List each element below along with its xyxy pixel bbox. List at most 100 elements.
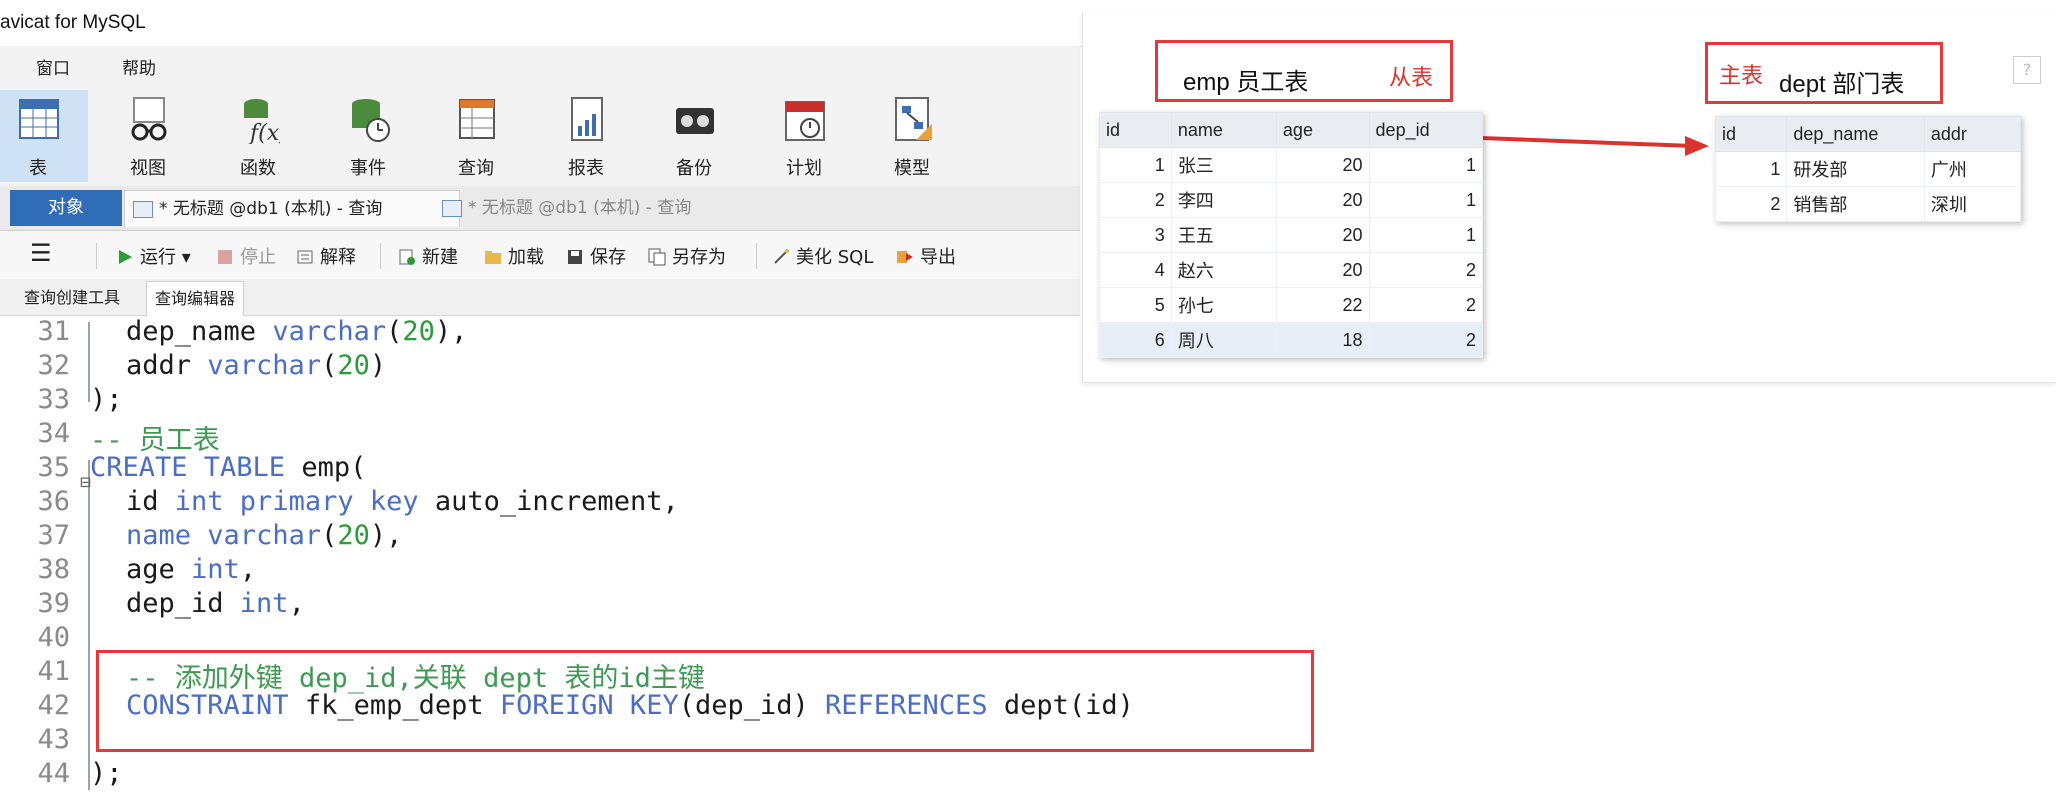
run-label: 运行: [140, 247, 176, 268]
report-chart-icon: [571, 97, 603, 141]
toolbar-query-label: 查询: [458, 158, 494, 179]
code-line[interactable]: 40: [0, 622, 1400, 656]
export-label: 导出: [920, 247, 956, 268]
code-text: age int,: [126, 554, 256, 585]
menu-bar: 窗口 帮助: [0, 46, 1080, 84]
emp-cell: 王五: [1170, 217, 1277, 253]
child-table-tag: 从表: [1389, 66, 1434, 91]
emp-table-row[interactable]: 3 王五 20 1: [1099, 217, 1484, 253]
view-glasses-icon: [131, 97, 167, 141]
toolbar-model-button[interactable]: 模型: [862, 90, 962, 182]
tab-query-editor[interactable]: 查询编辑器: [146, 281, 245, 316]
document-tabs: 对象 * 无标题 @db1 (本机) - 查询 * 无标题 @db1 (本机) …: [0, 186, 1080, 231]
stop-button[interactable]: 停止: [216, 243, 276, 269]
code-line[interactable]: 43: [0, 724, 1400, 758]
dept-cell: 深圳: [1923, 186, 2022, 222]
divider: [96, 243, 97, 269]
query-action-bar: ☰ 运行 ▾ 停止 解释 新建 加载 保存 另存为 美化 SQL 导出: [0, 231, 1080, 279]
toolbar-event-button[interactable]: 事件: [318, 90, 418, 182]
event-clock-icon: [352, 99, 390, 142]
emp-cell: 1: [1368, 182, 1484, 218]
code-token: varchar: [207, 520, 322, 551]
emp-table-row[interactable]: 2 李四 20 1: [1099, 182, 1484, 218]
dept-cell: 研发部: [1786, 151, 1925, 187]
emp-cell: 2: [1099, 182, 1172, 218]
toolbar-view-button[interactable]: 视图: [98, 90, 198, 182]
query-table-icon: [459, 99, 495, 139]
sql-editor[interactable]: ⊟ 31 dep_name varchar(20), 32 addr varchar(…: [0, 316, 2056, 808]
emp-cell: 20: [1275, 147, 1370, 183]
save-button[interactable]: 保存: [566, 243, 626, 269]
code-token: auto_increment,: [418, 486, 679, 517]
toolbar-table-button[interactable]: 表: [0, 90, 88, 182]
toolbar-table-label: 表: [29, 158, 47, 179]
tab-objects[interactable]: 对象: [10, 190, 122, 226]
magic-wand-icon: [774, 249, 789, 264]
code-line[interactable]: 33);: [0, 384, 1400, 418]
tab-query-active-label: * 无标题 @db1 (本机) - 查询: [159, 199, 383, 219]
query-tab-icon: [133, 201, 153, 218]
emp-cell: 周八: [1170, 322, 1277, 358]
emp-header-row: id name age dep_id: [1099, 112, 1484, 148]
code-token: ): [369, 350, 387, 381]
code-line[interactable]: 38 age int,: [0, 554, 1400, 588]
backup-tape-icon: [676, 108, 714, 134]
emp-cell: 孙七: [1170, 287, 1277, 323]
code-line[interactable]: 44);: [0, 758, 1400, 792]
help-icon[interactable]: ?: [2013, 56, 2041, 84]
code-line[interactable]: 35 CREATE TABLE emp(: [0, 452, 1400, 486]
line-number: 37: [37, 520, 70, 551]
line-number: 43: [37, 724, 70, 755]
line-number: 32: [37, 350, 70, 381]
hamburger-menu-icon[interactable]: ☰: [30, 239, 52, 267]
explain-button[interactable]: 解释: [296, 243, 356, 269]
tab-query-inactive[interactable]: * 无标题 @db1 (本机) - 查询: [434, 190, 878, 226]
emp-table-row[interactable]: 1 张三 20 1: [1099, 147, 1484, 183]
tab-query-builder[interactable]: 查询创建工具: [16, 281, 128, 315]
toolbar-event-label: 事件: [350, 158, 386, 179]
code-line[interactable]: 41 -- 添加外键 dep_id,关联 dept 表的id主键: [0, 656, 1400, 694]
new-button[interactable]: 新建: [398, 243, 458, 269]
toolbar-schedule-button[interactable]: 计划: [754, 90, 854, 182]
stop-label: 停止: [240, 247, 276, 268]
line-number: 42: [37, 690, 70, 721]
code-line[interactable]: 39 dep_id int,: [0, 588, 1400, 622]
toolbar-function-button[interactable]: f(x) 函数: [208, 90, 308, 182]
save-as-button[interactable]: 另存为: [648, 243, 726, 269]
emp-cell: 22: [1275, 287, 1370, 323]
tab-query-active[interactable]: * 无标题 @db1 (本机) - 查询: [124, 190, 460, 227]
toolbar-report-button[interactable]: 报表: [536, 90, 636, 182]
toolbar-backup-label: 备份: [676, 158, 712, 179]
dept-table-row[interactable]: 1 研发部 广州: [1714, 151, 2022, 187]
code-line[interactable]: 34 -- 员工表: [0, 418, 1400, 456]
toolbar-query-button[interactable]: 查询: [426, 90, 526, 182]
code-token: );: [90, 384, 123, 415]
editor-subtabs: 查询创建工具 查询编辑器: [0, 279, 1080, 316]
toolbar-view-label: 视图: [130, 158, 166, 179]
code-line[interactable]: 42 CONSTRAINT fk_emp_dept FOREIGN KEY(dep…: [0, 690, 1400, 724]
export-button[interactable]: 导出: [896, 243, 956, 269]
dept-table-row[interactable]: 2 销售部 深圳: [1714, 186, 2022, 222]
beautify-sql-button[interactable]: 美化 SQL: [772, 243, 873, 269]
export-icon: [897, 251, 913, 263]
menu-window[interactable]: 窗口: [36, 54, 70, 79]
emp-table-row[interactable]: 5 孙七 22 2: [1099, 287, 1484, 323]
divider: [756, 243, 757, 269]
emp-table-row[interactable]: 4 赵六 20 2: [1099, 252, 1484, 288]
toolbar-backup-button[interactable]: 备份: [644, 90, 744, 182]
dept-cell: 1: [1714, 151, 1788, 187]
tab-query-inactive-label: * 无标题 @db1 (本机) - 查询: [468, 198, 692, 218]
code-text: addr varchar(20): [126, 350, 386, 381]
run-button[interactable]: 运行 ▾: [116, 243, 191, 269]
code-token: (: [386, 316, 403, 347]
emp-cell: 赵六: [1170, 252, 1277, 288]
menu-help[interactable]: 帮助: [122, 54, 156, 79]
load-button[interactable]: 加载: [484, 243, 544, 269]
emp-cell: 20: [1275, 217, 1370, 253]
emp-table-row[interactable]: 6 周八 18 2: [1099, 322, 1484, 358]
code-text: );: [90, 758, 123, 789]
code-token: (: [321, 520, 338, 551]
code-line[interactable]: 37 name varchar(20),: [0, 520, 1400, 554]
code-line[interactable]: 36 id int primary key auto_increment,: [0, 486, 1400, 520]
